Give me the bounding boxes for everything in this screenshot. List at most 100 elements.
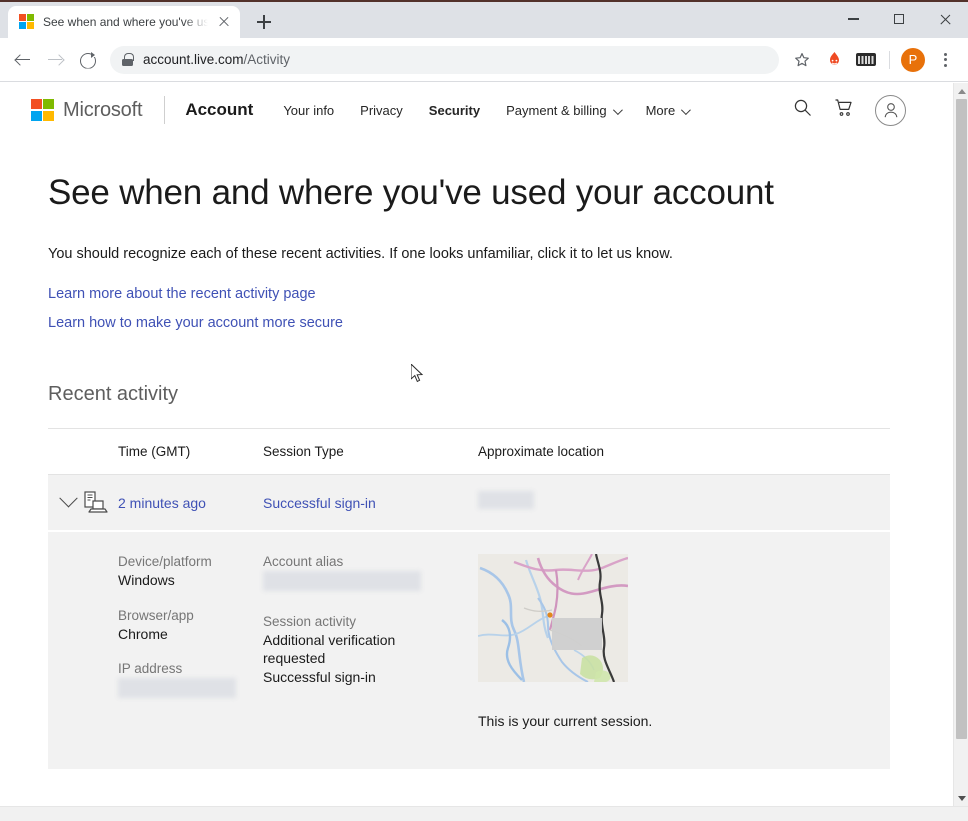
label-session-activity: Session activity (263, 613, 357, 629)
location-map-thumbnail (478, 554, 628, 683)
url-text: account.live.com/Activity (143, 52, 290, 67)
page-title: See when and where you've used your acco… (48, 173, 774, 212)
chevron-down-icon (58, 489, 78, 508)
link-learn-secure-account[interactable]: Learn how to make your account more secu… (48, 315, 890, 331)
flame-extension-icon (826, 51, 843, 68)
link-learn-more-activity[interactable]: Learn more about the recent activity pag… (48, 286, 890, 302)
web-page: Microsoft Account Your info Privacy Secu… (0, 83, 938, 805)
person-avatar-icon[interactable] (875, 94, 906, 126)
flame-extension-button[interactable] (819, 45, 849, 75)
page-content: See when and where you've used your acco… (0, 173, 938, 770)
bookmark-button[interactable] (787, 45, 817, 75)
three-dot-menu-icon (935, 50, 955, 70)
table-row[interactable]: 2 minutes ago Successful sign-in (48, 474, 890, 531)
address-bar[interactable]: account.live.com/Activity (110, 45, 779, 74)
expand-toggle[interactable] (48, 489, 82, 509)
microsoft-wordmark: Microsoft (63, 98, 143, 121)
scroll-down-button[interactable] (954, 790, 968, 806)
value-account-alias-redacted (263, 571, 478, 595)
reload-icon (79, 51, 95, 68)
forward-button[interactable] (40, 45, 70, 75)
help-links: Learn more about the recent activity pag… (48, 286, 890, 331)
browser-window: See when and where you've used account.l… (0, 0, 968, 821)
value-ip-address-redacted (118, 678, 263, 702)
toolbar-divider (889, 50, 890, 69)
value-session-activity-1: Additional verification requested (263, 631, 396, 667)
detail-column-device: Device/platform Windows Browser/app Chro… (48, 554, 263, 729)
window-controls (830, 0, 968, 38)
microsoft-logo[interactable]: Microsoft (31, 98, 143, 122)
nav-item-your-info[interactable]: Your info (270, 103, 347, 118)
triangle-up-icon (957, 88, 966, 94)
maximize-button[interactable] (876, 3, 922, 35)
page-viewport: Microsoft Account Your info Privacy Secu… (0, 83, 968, 821)
reload-button[interactable] (72, 45, 102, 75)
activity-table: Time (GMT) Session Type Approximate loca… (48, 428, 890, 770)
keyboard-extension-icon (856, 53, 876, 66)
header-actions (793, 94, 938, 126)
new-tab-button[interactable] (250, 8, 278, 36)
column-header-session-type: Session Type (263, 444, 344, 460)
nav-brand-account[interactable]: Account (185, 100, 270, 120)
label-account-alias: Account alias (263, 554, 344, 570)
star-icon (794, 52, 810, 68)
nav-label: Privacy (360, 102, 403, 118)
minimize-button[interactable] (830, 3, 876, 35)
microsoft-grid-icon (31, 98, 54, 122)
value-browser-app: Chrome (118, 625, 168, 642)
detail-column-map: This is your current session. (478, 554, 890, 729)
browser-toolbar: account.live.com/Activity P (0, 38, 968, 82)
browser-tab-active[interactable]: See when and where you've used (8, 6, 240, 38)
device-desktop-laptop-icon (82, 490, 114, 516)
column-header-time: Time (GMT) (118, 444, 191, 460)
nav-item-more[interactable]: More (633, 103, 702, 118)
lock-icon (122, 53, 134, 66)
label-browser-app: Browser/app (118, 607, 194, 623)
browser-titlebar: See when and where you've used (0, 0, 968, 38)
row-time[interactable]: 2 minutes ago (114, 495, 263, 511)
vertical-scrollbar[interactable] (953, 83, 968, 806)
url-domain: account.live.com (143, 52, 244, 67)
label-device-platform: Device/platform (118, 554, 212, 570)
header-divider (164, 96, 166, 124)
triangle-down-icon (957, 795, 966, 801)
profile-button[interactable]: P (898, 45, 928, 75)
table-header-row: Time (GMT) Session Type Approximate loca… (48, 429, 890, 474)
chevron-down-icon (681, 104, 692, 115)
header-nav: Account Your info Privacy Security Payme… (185, 100, 701, 120)
vertical-scrollbar-thumb[interactable] (956, 99, 967, 739)
nav-item-payment-billing[interactable]: Payment & billing (493, 103, 632, 118)
nav-item-privacy[interactable]: Privacy (347, 103, 416, 118)
back-button[interactable] (8, 45, 38, 75)
chevron-down-icon (612, 104, 623, 115)
scroll-up-button[interactable] (954, 83, 968, 99)
microsoft-header: Microsoft Account Your info Privacy Secu… (0, 83, 938, 137)
label-ip-address: IP address (118, 661, 183, 677)
row-location-redacted (478, 491, 890, 514)
page-description: You should recognize each of these recen… (48, 246, 673, 263)
row-session-type[interactable]: Successful sign-in (263, 495, 478, 511)
forward-arrow-icon (47, 52, 63, 68)
column-header-location: Approximate location (478, 444, 605, 460)
section-title-recent-activity: Recent activity (48, 383, 179, 406)
chrome-menu-button[interactable] (930, 45, 960, 75)
tab-strip: See when and where you've used (0, 2, 830, 38)
nav-label: Your info (283, 102, 335, 118)
close-window-button[interactable] (922, 3, 968, 35)
microsoft-logo-icon (19, 14, 35, 30)
profile-avatar: P (901, 47, 925, 72)
horizontal-scrollbar-thumb[interactable] (17, 809, 937, 820)
back-arrow-icon (15, 52, 31, 68)
keyboard-extension-button[interactable] (851, 45, 881, 75)
tab-title: See when and where you've used (43, 15, 208, 29)
horizontal-scrollbar[interactable] (0, 806, 968, 821)
close-tab-icon[interactable] (216, 14, 232, 30)
search-icon[interactable] (793, 98, 813, 123)
value-session-activity-2: Successful sign-in (263, 668, 376, 685)
detail-column-account: Account alias Session activity Additiona… (263, 554, 478, 729)
value-device-platform: Windows (118, 572, 175, 589)
shopping-cart-icon[interactable] (834, 98, 854, 123)
nav-label: More (645, 102, 676, 118)
nav-item-security[interactable]: Security (416, 103, 493, 118)
url-path: /Activity (243, 52, 291, 67)
